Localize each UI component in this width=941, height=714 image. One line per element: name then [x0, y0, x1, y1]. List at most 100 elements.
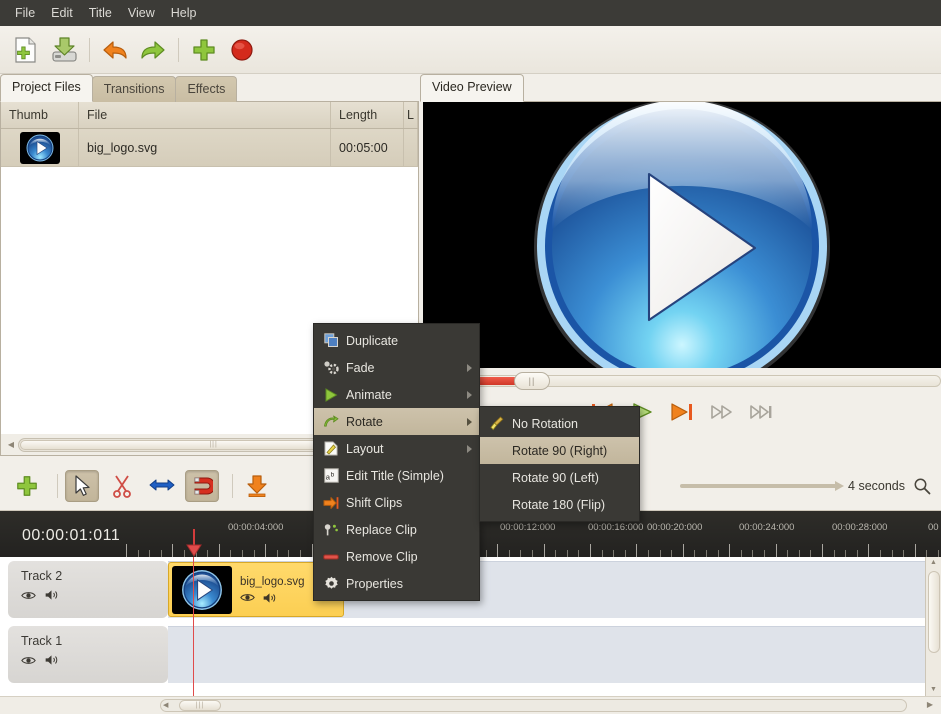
submenu-icon-spacer	[487, 442, 507, 460]
column-header-length[interactable]: Length	[331, 102, 404, 128]
context-item-layout[interactable]: Layout	[314, 435, 479, 462]
add-marker-button[interactable]	[240, 470, 274, 502]
scroll-down-icon[interactable]: ▼	[926, 686, 941, 693]
menu-title[interactable]: Title	[81, 3, 120, 23]
fast-forward-icon	[710, 402, 734, 422]
submenu-item-rotate-90-left[interactable]: Rotate 90 (Left)	[480, 464, 639, 491]
end-button[interactable]	[749, 400, 775, 424]
snap-tool-button[interactable]	[185, 470, 219, 502]
clip-meta: big_logo.svg	[240, 576, 305, 604]
cell-length: 00:05:00	[331, 129, 404, 167]
speaker-icon[interactable]	[262, 592, 277, 604]
context-item-rotate[interactable]: Rotate	[314, 408, 479, 435]
export-video-button[interactable]	[224, 32, 260, 68]
column-header-label[interactable]: L	[404, 102, 418, 128]
tracks-vscrollbar[interactable]: ▲ ▼	[925, 557, 941, 696]
context-item-shift-clips[interactable]: Shift Clips	[314, 489, 479, 516]
rotate-submenu: No Rotation Rotate 90 (Right) Rotate 90 …	[479, 406, 640, 522]
video-canvas[interactable]	[423, 102, 941, 368]
text-ab-icon: a b	[321, 467, 341, 485]
fast-forward-button[interactable]	[709, 400, 735, 424]
context-item-fade[interactable]: Fade	[314, 354, 479, 381]
magnet-icon	[191, 475, 213, 497]
cell-label	[404, 129, 418, 167]
add-track-button[interactable]	[10, 470, 44, 502]
clip-toggle-group	[240, 592, 305, 604]
playhead-marker[interactable]	[193, 529, 203, 557]
resize-tool-button[interactable]	[145, 470, 179, 502]
ruler-tick	[822, 544, 823, 557]
submenu-item-label: No Rotation	[512, 417, 578, 431]
scroll-right-icon[interactable]: ▶	[927, 700, 933, 709]
new-project-button[interactable]	[8, 32, 44, 68]
context-item-label: Fade	[346, 361, 375, 375]
bottom-scroll-trough[interactable]: ◀ |||	[160, 699, 907, 712]
submenu-item-rotate-90-right[interactable]: Rotate 90 (Right)	[480, 437, 639, 464]
ruler-tick	[242, 550, 243, 557]
menu-help[interactable]: Help	[163, 3, 205, 23]
ruler-tick	[161, 550, 162, 557]
jump-end-button[interactable]	[669, 400, 695, 424]
ruler-tick	[926, 550, 927, 557]
context-item-properties[interactable]: Properties	[314, 570, 479, 597]
ruler-tick	[671, 550, 672, 557]
undo-button[interactable]	[97, 32, 133, 68]
track-row-1: Track 1	[0, 622, 941, 687]
tab-project-files[interactable]: Project Files	[0, 74, 93, 102]
context-item-animate[interactable]: Animate	[314, 381, 479, 408]
skip-to-end-icon	[749, 402, 775, 422]
skip-forward-icon	[670, 402, 694, 422]
timeline-hscrollbar[interactable]: ◀ ||| ▶	[0, 696, 941, 714]
speaker-icon[interactable]	[44, 654, 59, 666]
column-header-thumb[interactable]: Thumb	[1, 102, 79, 128]
column-header-file[interactable]: File	[79, 102, 331, 128]
eye-icon[interactable]	[21, 655, 36, 666]
toolbar-separator-2	[178, 38, 179, 62]
submenu-item-no-rotation[interactable]: No Rotation	[480, 410, 639, 437]
magnifier-icon[interactable]	[913, 477, 931, 495]
track-lane-1[interactable]	[168, 626, 941, 683]
context-item-remove-clip[interactable]: Remove Clip	[314, 543, 479, 570]
save-project-button[interactable]	[46, 32, 82, 68]
track-lane-2[interactable]: big_logo.svg	[168, 561, 941, 618]
context-item-duplicate[interactable]: Duplicate	[314, 327, 479, 354]
tab-effects[interactable]: Effects	[175, 76, 237, 102]
svg-text:b: b	[330, 472, 334, 479]
seek-handle[interactable]: ||	[514, 372, 550, 390]
playhead-triangle-icon	[185, 529, 203, 557]
seek-slider[interactable]: ||	[423, 375, 941, 387]
context-item-edit-title[interactable]: a b Edit Title (Simple)	[314, 462, 479, 489]
eye-icon[interactable]	[240, 592, 255, 603]
ruler-tick	[880, 550, 881, 557]
ruler-label: 00:00:24:000	[739, 522, 794, 533]
zoom-slider[interactable]	[680, 484, 840, 488]
speaker-icon[interactable]	[44, 589, 59, 601]
table-row[interactable]: big_logo.svg 00:05:00	[1, 129, 418, 167]
vscroll-thumb[interactable]	[928, 571, 940, 653]
play-logo-icon	[180, 568, 224, 612]
razor-tool-button[interactable]	[105, 470, 139, 502]
scroll-left-icon[interactable]: ◀	[163, 701, 168, 709]
import-files-button[interactable]	[186, 32, 222, 68]
ruler-tick	[903, 550, 904, 557]
submenu-item-rotate-180-flip[interactable]: Rotate 180 (Flip)	[480, 491, 639, 518]
scroll-left-icon[interactable]: ◀	[4, 440, 18, 449]
menu-file[interactable]: File	[7, 3, 43, 23]
scroll-up-icon[interactable]: ▲	[926, 559, 941, 566]
ruler-tick	[486, 550, 487, 557]
redo-button[interactable]	[135, 32, 171, 68]
submenu-icon-spacer	[487, 469, 507, 487]
ruler-tick	[857, 550, 858, 557]
tab-transitions[interactable]: Transitions	[92, 76, 177, 102]
context-item-replace-clip[interactable]: Replace Clip	[314, 516, 479, 543]
ruler-label: 00:00:16:000	[588, 522, 643, 533]
scissors-icon	[111, 474, 133, 498]
track-header-1[interactable]: Track 1	[8, 626, 168, 683]
select-tool-button[interactable]	[65, 470, 99, 502]
menu-view[interactable]: View	[120, 3, 163, 23]
eye-icon[interactable]	[21, 590, 36, 601]
menu-edit[interactable]: Edit	[43, 3, 81, 23]
track-header-2[interactable]: Track 2	[8, 561, 168, 618]
bottom-scroll-thumb[interactable]: |||	[179, 700, 221, 711]
tab-video-preview[interactable]: Video Preview	[420, 74, 524, 102]
